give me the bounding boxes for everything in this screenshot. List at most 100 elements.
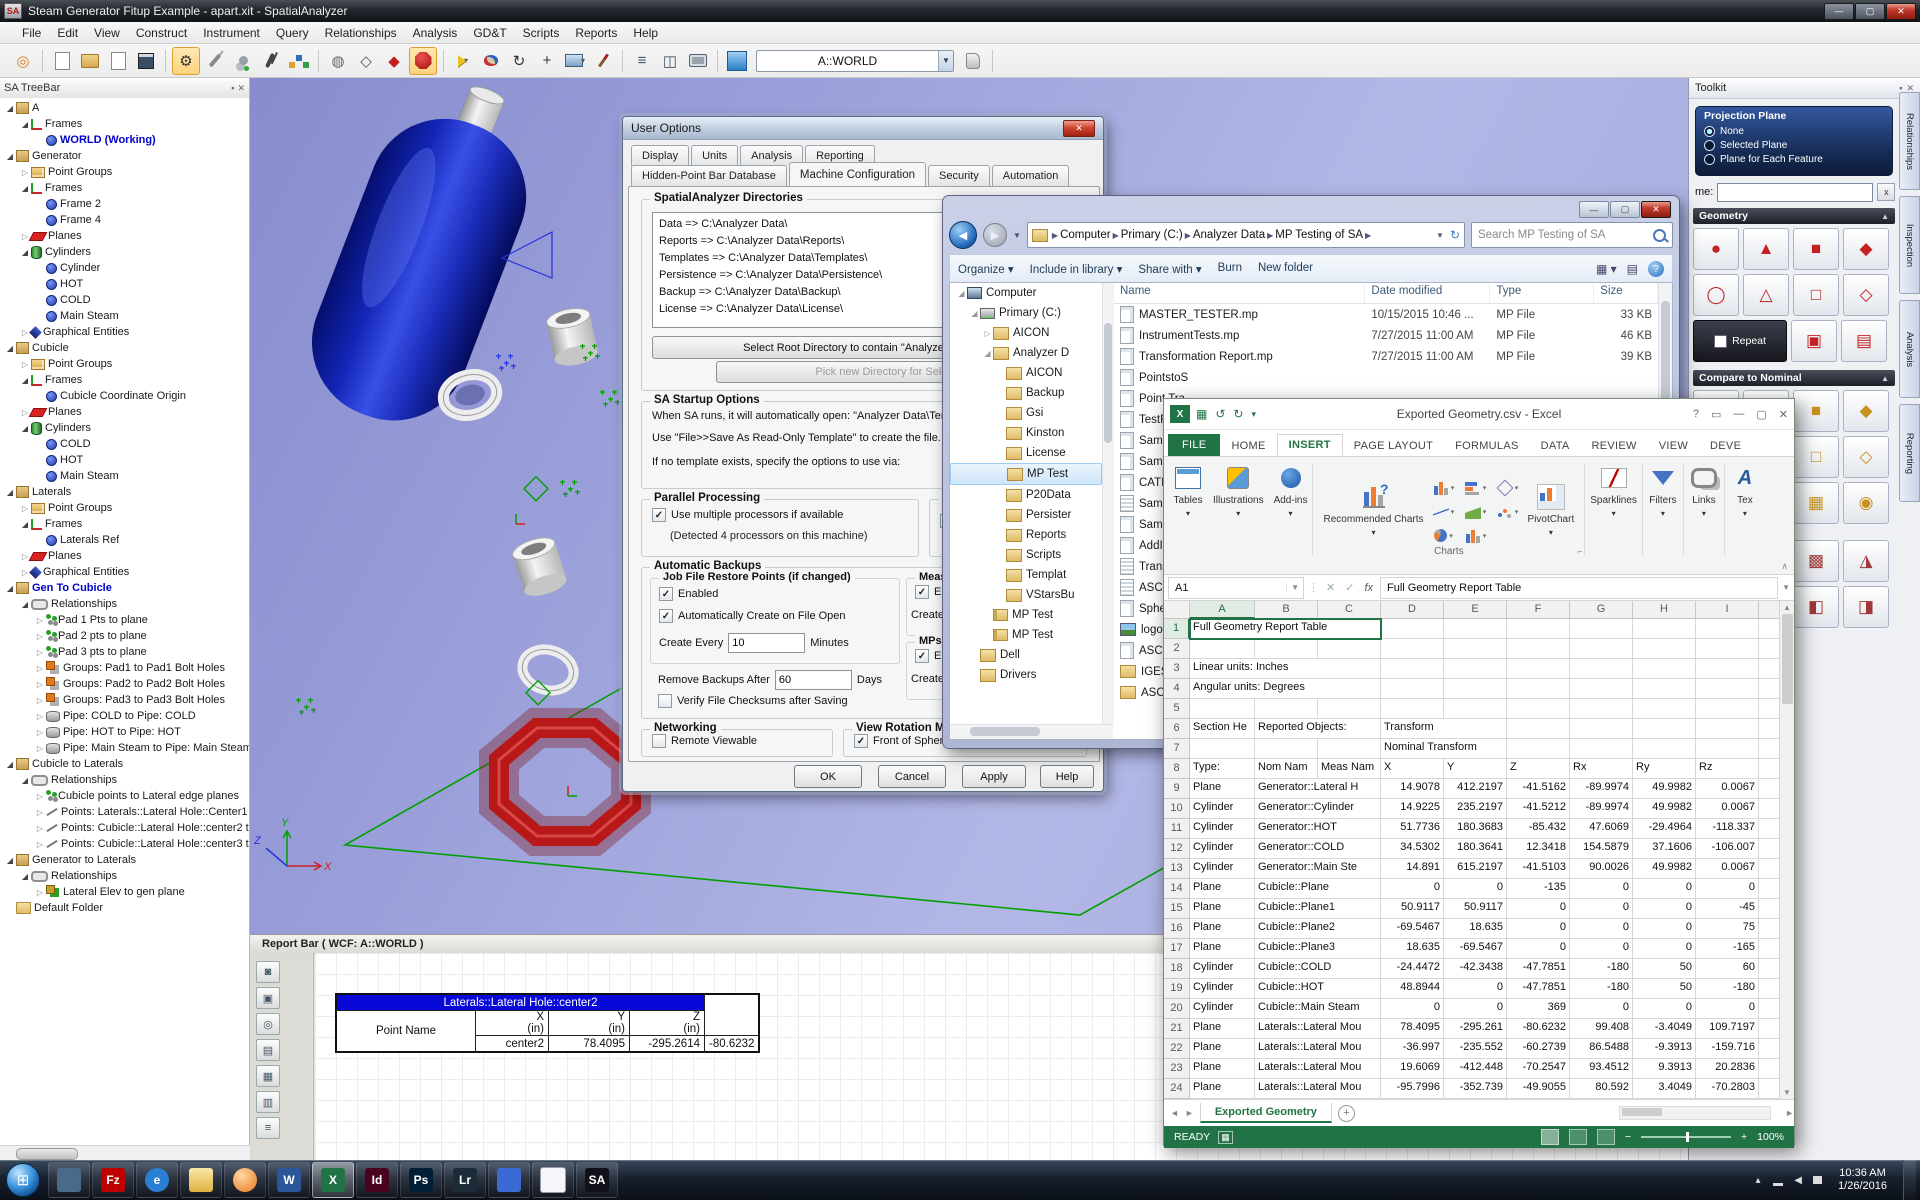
ribbon-button-tables[interactable]: Tables▾ — [1173, 463, 1203, 519]
collapsed-icon[interactable]: ▷ — [34, 664, 46, 673]
multiple-processors-checkbox[interactable] — [652, 508, 666, 522]
menu-relationships[interactable]: Relationships — [317, 24, 405, 42]
cell-D20[interactable]: 0 — [1381, 999, 1444, 1019]
cell-F23[interactable]: -70.2547 — [1507, 1059, 1570, 1079]
pan-move-icon[interactable]: + — [534, 48, 560, 74]
hscroll-right-icon[interactable]: ► — [1785, 1108, 1794, 1118]
expanded-icon[interactable]: ◢ — [19, 376, 31, 385]
expanded-icon[interactable]: ◢ — [4, 584, 16, 593]
row-header-14[interactable]: 14 — [1164, 879, 1190, 899]
row-header-4[interactable]: 4 — [1164, 679, 1190, 699]
cell-I13[interactable]: 0.0067 — [1696, 859, 1759, 879]
cell-A16[interactable]: Plane — [1190, 919, 1255, 939]
geometry-circle-icon[interactable]: ◆ — [1843, 228, 1889, 270]
cell-D8[interactable]: X — [1381, 759, 1444, 779]
row-header-1[interactable]: 1 — [1164, 619, 1190, 639]
cell-G3[interactable] — [1570, 659, 1633, 679]
cell-D13[interactable]: 14.891 — [1381, 859, 1444, 879]
copy-icon[interactable]: ▣ — [256, 987, 280, 1009]
photoshop-icon[interactable]: Ps — [400, 1162, 442, 1198]
menu-analysis[interactable]: Analysis — [405, 24, 466, 42]
cell-I6[interactable] — [1696, 719, 1759, 739]
column-header-C[interactable]: C — [1318, 601, 1381, 619]
camera-icon[interactable]: ◙ — [256, 961, 280, 983]
cell-G12[interactable]: 154.5879 — [1570, 839, 1633, 859]
area-chart-icon[interactable]: ▾ — [1461, 501, 1491, 523]
row-header-15[interactable]: 15 — [1164, 899, 1190, 919]
toolbar-new-folder[interactable]: New folder — [1258, 262, 1313, 276]
settings-gear-icon[interactable]: ⚙ — [172, 47, 200, 75]
sheet-prev-icon[interactable]: ◄ — [1170, 1108, 1179, 1118]
cell-B19[interactable]: Cubicle::HOT — [1255, 979, 1381, 999]
tree-item-frames[interactable]: ◢Frames — [0, 180, 249, 196]
cell-F3[interactable] — [1507, 659, 1570, 679]
blue-app-icon[interactable] — [488, 1162, 530, 1198]
tree-item-laterals-ref[interactable]: Laterals Ref — [0, 532, 249, 548]
cell-E22[interactable]: -235.552 — [1444, 1039, 1507, 1059]
radio-none[interactable]: None — [1704, 124, 1884, 138]
zoom-out-icon[interactable]: − — [1625, 1131, 1631, 1143]
tree-item-generator-to-laterals[interactable]: ◢Generator to Laterals — [0, 852, 249, 868]
tab-units[interactable]: Units — [691, 145, 738, 166]
explorer-close-button[interactable]: ✕ — [1641, 201, 1671, 218]
macro-record-icon[interactable]: ▦ — [1218, 1131, 1233, 1144]
cell-F2[interactable] — [1507, 639, 1570, 659]
excel-help-icon[interactable]: ? — [1693, 408, 1699, 420]
cell-A12[interactable]: Cylinder — [1190, 839, 1255, 859]
cell-E3[interactable] — [1444, 659, 1507, 679]
tree-item-pipe-main-steam-to-pipe-main-steam[interactable]: ▷Pipe: Main Steam to Pipe: Main Steam — [0, 740, 249, 756]
wrench-icon[interactable] — [202, 48, 228, 74]
sidebar-drivers[interactable]: Drivers — [950, 665, 1102, 685]
ribbon-tab-home[interactable]: HOME — [1220, 436, 1276, 456]
compare-to-nominal-header[interactable]: Compare to Nominal▲ — [1693, 370, 1895, 386]
cell-F5[interactable] — [1507, 699, 1570, 719]
cell-D11[interactable]: 51.7736 — [1381, 819, 1444, 839]
geometry-sphere-icon[interactable]: △ — [1743, 274, 1789, 316]
menu-view[interactable]: View — [86, 24, 128, 42]
cell-I23[interactable]: 20.2836 — [1696, 1059, 1759, 1079]
cell-E4[interactable] — [1444, 679, 1507, 699]
cell-B24[interactable]: Laterals::Lateral Mou — [1255, 1079, 1381, 1099]
tree-item-point-groups[interactable]: ▷Point Groups — [0, 500, 249, 516]
cell-H18[interactable]: 50 — [1633, 959, 1696, 979]
cell-D16[interactable]: -69.5467 — [1381, 919, 1444, 939]
auto-create-checkbox[interactable] — [659, 609, 673, 623]
cell-G17[interactable]: 0 — [1570, 939, 1633, 959]
cell-A22[interactable]: Plane — [1190, 1039, 1255, 1059]
tree-item-planes[interactable]: ▷Planes — [0, 548, 249, 564]
tree-item-frames[interactable]: ◢Frames — [0, 516, 249, 532]
tree-item-pad-1-pts-to-plane[interactable]: ▷Pad 1 Pts to plane — [0, 612, 249, 628]
tree-item-main-steam[interactable]: Main Steam — [0, 468, 249, 484]
cell-C2[interactable] — [1318, 639, 1381, 659]
cell-A6[interactable]: Section He — [1190, 719, 1255, 739]
checklist-icon[interactable]: ▦ — [256, 1065, 280, 1087]
explorer-icon[interactable] — [180, 1162, 222, 1198]
cell-H7[interactable] — [1633, 739, 1696, 759]
cell-F20[interactable]: 369 — [1507, 999, 1570, 1019]
column-header-D[interactable]: D — [1381, 601, 1444, 619]
cell-A5[interactable] — [1190, 699, 1255, 719]
cell-B7[interactable] — [1255, 739, 1318, 759]
page-break-view-icon[interactable] — [1597, 1129, 1615, 1145]
cell-C5[interactable] — [1318, 699, 1381, 719]
compare-frame-icon[interactable]: ▦ — [1793, 482, 1839, 524]
auto-rotate-icon[interactable]: ↻ — [506, 48, 532, 74]
line-chart-icon[interactable]: ▾ — [1429, 501, 1459, 523]
zoom-icon[interactable]: ◎ — [256, 1013, 280, 1035]
ribbon-button-sparklines[interactable]: Sparklines▾ — [1590, 463, 1637, 519]
cell-I14[interactable]: 0 — [1696, 879, 1759, 899]
row-header-9[interactable]: 9 — [1164, 779, 1190, 799]
ribbon-collapse-icon[interactable]: ∧ — [1781, 561, 1788, 572]
cell-E15[interactable]: 50.9117 — [1444, 899, 1507, 919]
cell-G23[interactable]: 93.4512 — [1570, 1059, 1633, 1079]
row-header-2[interactable]: 2 — [1164, 639, 1190, 659]
cell-I8[interactable]: Rz — [1696, 759, 1759, 779]
sidebar-primary-c[interactable]: ◢Primary (C:) — [950, 303, 1102, 323]
row-header-5[interactable]: 5 — [1164, 699, 1190, 719]
cell-H17[interactable]: 0 — [1633, 939, 1696, 959]
name-box[interactable]: A1▼ — [1168, 577, 1304, 599]
excel-maximize-button[interactable]: ▢ — [1756, 408, 1766, 421]
formula-field[interactable]: Full Geometry Report Table — [1380, 577, 1778, 599]
paint-brush-icon[interactable] — [590, 48, 616, 74]
mps-enabled-checkbox[interactable] — [915, 649, 929, 663]
